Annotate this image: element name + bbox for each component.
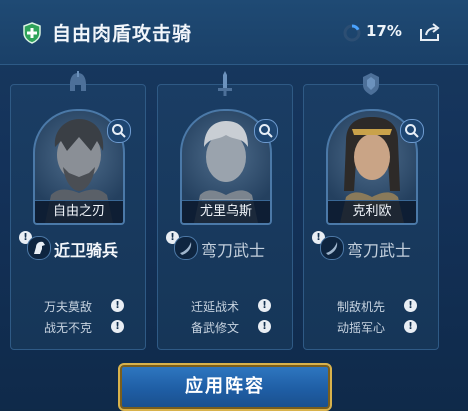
hero-name: 尤里乌斯 [182, 200, 270, 223]
sword-emblem-icon [218, 71, 232, 96]
share-icon[interactable] [419, 22, 441, 42]
shield-plus-icon [23, 22, 41, 44]
zoom-button[interactable] [400, 119, 424, 143]
crest-emblem-icon [363, 73, 379, 95]
header-bar: 自由肉盾攻击骑 17% [0, 0, 468, 65]
skill-info-icon[interactable]: ! [111, 320, 124, 333]
unit-label: 弯刀武士 [347, 241, 412, 260]
skill-1: 制敌机先 [337, 300, 386, 314]
hero-card-1[interactable]: 自由之刃 ! 近卫骑兵 万夫莫敌 ! 战无不克 ! [10, 71, 146, 350]
progress-percent: 17% [366, 22, 402, 40]
magnifier-icon [405, 124, 419, 138]
skill-info-icon[interactable]: ! [404, 320, 417, 333]
skill-1: 万夫莫敌 [44, 300, 93, 314]
zoom-button[interactable] [107, 119, 131, 143]
unit-label: 近卫骑兵 [54, 241, 119, 260]
helmet-emblem-icon [70, 71, 86, 91]
hero-name: 克利欧 [328, 200, 416, 223]
skill-1: 迁延战术 [191, 300, 240, 314]
hero-card-3[interactable]: 克利欧 ! 弯刀武士 制敌机先 ! 动摇军心 ! [303, 73, 439, 350]
scimitar-unit-icon [320, 236, 344, 260]
skill-info-icon[interactable]: ! [258, 320, 271, 333]
formation-title: 自由肉盾攻击骑 [52, 23, 193, 45]
magnifier-icon [259, 124, 273, 138]
hero-card-2[interactable]: 尤里乌斯 ! 弯刀武士 迁延战术 ! 备武修文 ! [157, 71, 293, 350]
horse-unit-icon [27, 236, 51, 260]
skill-2: 战无不克 [44, 321, 93, 335]
skill-info-icon[interactable]: ! [258, 299, 271, 312]
magnifier-icon [112, 124, 126, 138]
progress-ring-icon [343, 24, 361, 42]
formation-panel: 自由肉盾攻击骑 17% 自由之刃 ! 近卫骑兵 万夫莫敌 ! 战无不克 ! 尤里… [0, 0, 468, 411]
skill-info-icon[interactable]: ! [404, 299, 417, 312]
apply-formation-button[interactable]: 应用阵容 [118, 363, 332, 411]
hero-name: 自由之刃 [35, 200, 123, 223]
skill-2: 备武修文 [191, 321, 240, 335]
skill-info-icon[interactable]: ! [111, 299, 124, 312]
skill-2: 动摇军心 [337, 321, 386, 335]
unit-label: 弯刀武士 [201, 241, 266, 260]
zoom-button[interactable] [254, 119, 278, 143]
scimitar-unit-icon [174, 236, 198, 260]
